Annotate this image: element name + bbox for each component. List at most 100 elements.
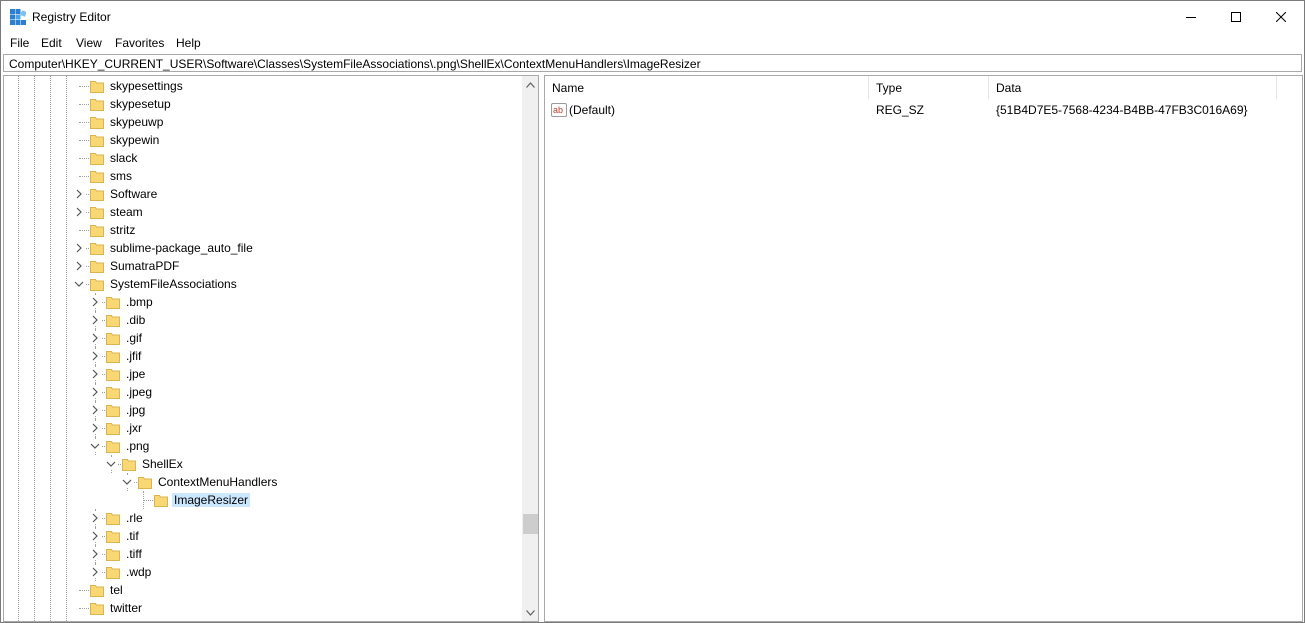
tree-node-label[interactable]: ShellEx xyxy=(140,457,185,471)
tree-node-label[interactable]: sublime-package_auto_file xyxy=(108,241,255,255)
tree-node[interactable]: .bmp xyxy=(4,293,524,311)
chevron-right-icon[interactable] xyxy=(89,548,101,560)
tree-node[interactable]: stritz xyxy=(4,221,524,239)
tree-node-label[interactable]: slack xyxy=(108,151,139,165)
tree-node-label[interactable]: .tif xyxy=(124,529,141,543)
chevron-down-icon[interactable] xyxy=(73,278,85,290)
chevron-right-icon[interactable] xyxy=(89,512,101,524)
tree-node[interactable]: SumatraPDF xyxy=(4,257,524,275)
tree-node-label[interactable]: .dib xyxy=(124,313,147,327)
tree-node[interactable]: .wdp xyxy=(4,563,524,581)
tree-node[interactable]: Software xyxy=(4,185,524,203)
tree-node-label[interactable]: skypesettings xyxy=(108,79,185,93)
tree-node-label[interactable]: .jpeg xyxy=(124,385,154,399)
tree-node[interactable]: .gif xyxy=(4,329,524,347)
tree-node-label[interactable]: .jpe xyxy=(124,367,147,381)
tree-node[interactable]: .jpg xyxy=(4,401,524,419)
tree-node-label[interactable]: skypeuwp xyxy=(108,115,165,129)
key-tree-pane[interactable]: skypesettings skypesetup skypeuwp skypewin s… xyxy=(3,75,539,622)
tree-node-label[interactable]: .tiff xyxy=(124,547,144,561)
tree-node[interactable]: sublime-package_auto_file xyxy=(4,239,524,257)
chevron-right-icon[interactable] xyxy=(89,422,101,434)
tree-node-label[interactable]: twitter xyxy=(108,601,144,615)
menu-edit[interactable]: Edit xyxy=(41,36,62,50)
tree-node-label[interactable]: SumatraPDF xyxy=(108,259,181,273)
tree-node[interactable]: skypesetup xyxy=(4,95,524,113)
menu-favorites[interactable]: Favorites xyxy=(115,36,164,50)
column-header-data[interactable]: Data xyxy=(989,76,1277,99)
chevron-right-icon[interactable] xyxy=(89,530,101,542)
tree-node[interactable]: .png xyxy=(4,437,524,455)
tree-node-label[interactable]: .jpg xyxy=(124,403,147,417)
tree-node-label[interactable]: .gif xyxy=(124,331,144,345)
menu-file[interactable]: File xyxy=(10,36,29,50)
tree-node-label[interactable]: .wdp xyxy=(124,565,153,579)
tree-node-label[interactable]: ContextMenuHandlers xyxy=(156,475,279,489)
chevron-right-icon[interactable] xyxy=(89,386,101,398)
address-path[interactable]: Computer\HKEY_CURRENT_USER\Software\Clas… xyxy=(9,57,701,71)
values-pane[interactable]: Name Type Data ab (Default) REG_SZ {51B4… xyxy=(544,75,1303,622)
tree-node[interactable]: slack xyxy=(4,149,524,167)
tree-node[interactable]: skypewin xyxy=(4,131,524,149)
menu-view[interactable]: View xyxy=(76,36,102,50)
tree-node-label[interactable]: SystemFileAssociations xyxy=(108,277,239,291)
chevron-right-icon[interactable] xyxy=(89,314,101,326)
maximize-button[interactable] xyxy=(1213,1,1259,32)
tree-node[interactable]: ShellEx xyxy=(4,455,524,473)
tree-node[interactable]: SystemFileAssociations xyxy=(4,275,524,293)
tree-node-label[interactable]: stritz xyxy=(108,223,137,237)
chevron-down-icon[interactable] xyxy=(105,458,117,470)
column-header-name[interactable]: Name xyxy=(545,76,869,99)
tree-node[interactable]: .jpe xyxy=(4,365,524,383)
tree-node[interactable]: .jfif xyxy=(4,347,524,365)
tree-node[interactable]: ImageResizer xyxy=(4,491,524,509)
tree-node-label[interactable]: .rle xyxy=(124,511,145,525)
tree-node[interactable]: .jxr xyxy=(4,419,524,437)
chevron-right-icon[interactable] xyxy=(73,242,85,254)
tree-node-label[interactable]: .bmp xyxy=(124,295,155,309)
tree-node[interactable]: steam xyxy=(4,203,524,221)
title-bar[interactable]: Registry Editor xyxy=(1,1,1304,32)
tree-node-label[interactable]: sms xyxy=(108,169,134,183)
chevron-right-icon[interactable] xyxy=(89,296,101,308)
value-row[interactable]: ab (Default) REG_SZ {51B4D7E5-7568-4234-… xyxy=(545,100,1302,120)
chevron-down-icon[interactable] xyxy=(121,476,133,488)
tree-node[interactable]: sms xyxy=(4,167,524,185)
tree-node-label[interactable]: .jxr xyxy=(124,421,144,435)
chevron-right-icon[interactable] xyxy=(89,332,101,344)
chevron-right-icon[interactable] xyxy=(89,404,101,416)
close-button[interactable] xyxy=(1258,1,1304,32)
tree-node[interactable]: skypesettings xyxy=(4,77,524,95)
tree-node-label[interactable]: steam xyxy=(108,205,145,219)
tree-node[interactable]: skypeuwp xyxy=(4,113,524,131)
tree-node[interactable]: .jpeg xyxy=(4,383,524,401)
scroll-thumb[interactable] xyxy=(523,514,538,534)
tree-node[interactable]: tel xyxy=(4,581,524,599)
tree-node-label[interactable]: tel xyxy=(108,583,125,597)
tree-node-label[interactable]: .png xyxy=(124,439,151,453)
scroll-up-button[interactable] xyxy=(522,76,538,93)
tree-node-label[interactable]: Software xyxy=(108,187,159,201)
tree-node[interactable]: .tiff xyxy=(4,545,524,563)
column-header-type[interactable]: Type xyxy=(869,76,989,99)
chevron-right-icon[interactable] xyxy=(89,368,101,380)
chevron-right-icon[interactable] xyxy=(73,260,85,272)
tree-node-label[interactable]: ImageResizer xyxy=(172,493,251,507)
tree-node-label[interactable]: skypesetup xyxy=(108,97,173,111)
tree-node[interactable]: .dib xyxy=(4,311,524,329)
chevron-right-icon[interactable] xyxy=(89,566,101,578)
scroll-down-button[interactable] xyxy=(522,604,538,621)
tree-node-label[interactable]: .jfif xyxy=(124,349,143,363)
minimize-button[interactable] xyxy=(1168,1,1214,32)
menu-help[interactable]: Help xyxy=(176,36,201,50)
tree-scrollbar[interactable] xyxy=(522,76,538,621)
tree-node[interactable]: ContextMenuHandlers xyxy=(4,473,524,491)
tree-node[interactable]: .rle xyxy=(4,509,524,527)
tree-node-label[interactable]: skypewin xyxy=(108,133,161,147)
tree-node[interactable]: .tif xyxy=(4,527,524,545)
chevron-right-icon[interactable] xyxy=(89,350,101,362)
address-bar[interactable]: Computer\HKEY_CURRENT_USER\Software\Clas… xyxy=(3,54,1302,72)
tree-node[interactable]: twitter xyxy=(4,599,524,617)
chevron-down-icon[interactable] xyxy=(89,440,101,452)
chevron-right-icon[interactable] xyxy=(73,188,85,200)
